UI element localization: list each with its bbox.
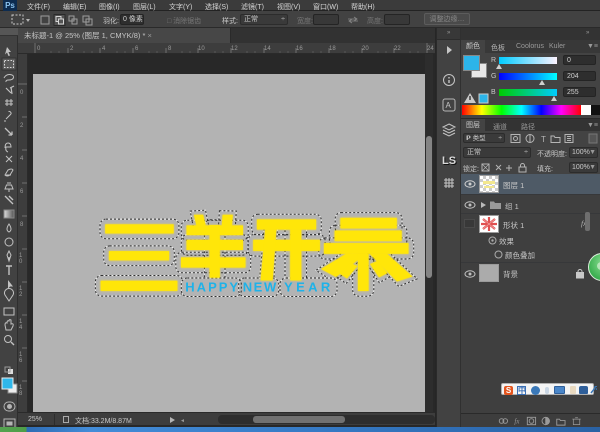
svg-text:HAPPY: HAPPY — [185, 280, 240, 295]
svg-text:2: 2 — [70, 46, 74, 52]
svg-text:14: 14 — [264, 46, 271, 52]
svg-text:6: 6 — [135, 46, 139, 52]
svg-text:22: 22 — [394, 46, 401, 52]
svg-text:8: 8 — [20, 222, 24, 228]
svg-text:YEAR: YEAR — [284, 280, 334, 295]
svg-text:18: 18 — [329, 46, 336, 52]
svg-text:T: T — [541, 135, 546, 144]
svg-text:24: 24 — [427, 46, 434, 52]
svg-text:8: 8 — [19, 391, 23, 397]
svg-text:LS: LS — [442, 155, 456, 167]
svg-text:16: 16 — [296, 46, 303, 52]
svg-text:2: 2 — [19, 292, 23, 298]
svg-text:0: 0 — [19, 259, 23, 265]
svg-text:4: 4 — [20, 156, 24, 162]
svg-text:10: 10 — [198, 46, 205, 52]
svg-text:fx: fx — [514, 419, 520, 426]
svg-text:2: 2 — [20, 123, 24, 129]
svg-text:4: 4 — [102, 46, 106, 52]
svg-text:A: A — [446, 101, 452, 110]
svg-text:6: 6 — [20, 189, 24, 195]
svg-text:6: 6 — [19, 358, 23, 364]
svg-text:20: 20 — [362, 46, 369, 52]
svg-text:0: 0 — [20, 90, 24, 96]
svg-text:8: 8 — [168, 46, 172, 52]
svg-text:NEW: NEW — [243, 280, 278, 295]
svg-text:4: 4 — [19, 325, 23, 331]
svg-text:12: 12 — [231, 46, 238, 52]
svg-text:0: 0 — [37, 46, 41, 52]
